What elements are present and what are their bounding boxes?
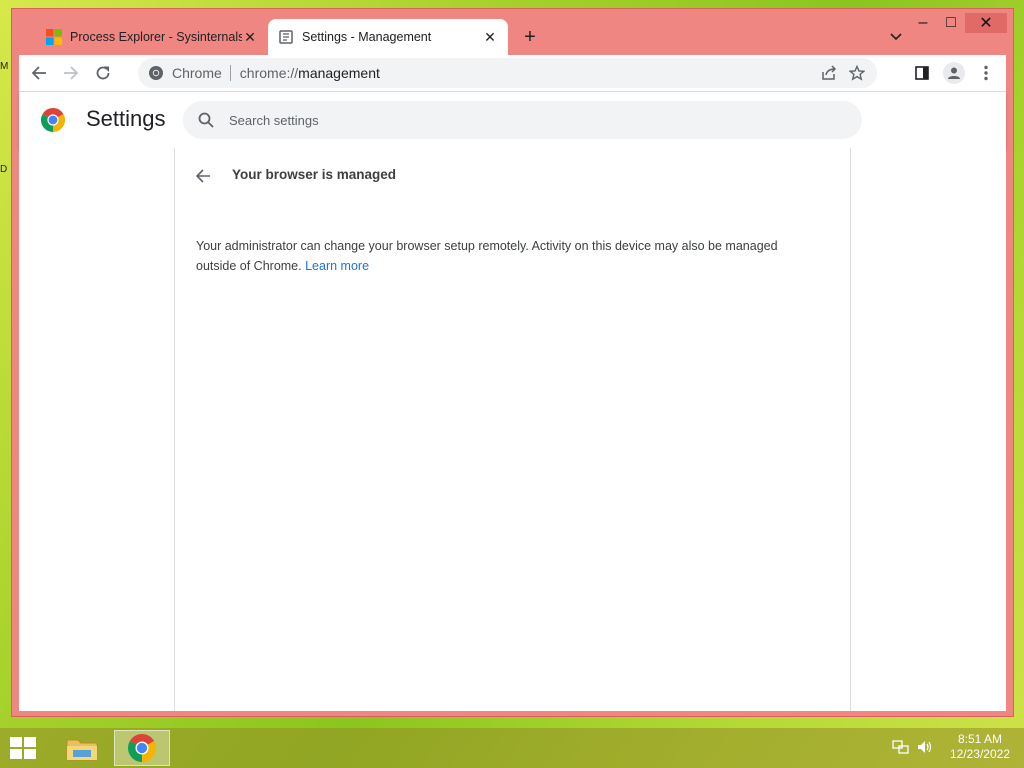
- tab-process-explorer[interactable]: Process Explorer - Sysinternals | Micros…: [36, 19, 268, 55]
- search-input[interactable]: [229, 112, 829, 128]
- clock-date: 12/23/2022: [949, 747, 1010, 761]
- close-tab-icon[interactable]: ✕: [482, 29, 498, 45]
- url-path: management: [298, 65, 380, 81]
- omnibox-chip: Chrome: [172, 65, 231, 81]
- chrome-logo-icon: [41, 108, 65, 132]
- forward-arrow-icon[interactable]: [55, 57, 87, 89]
- volume-icon[interactable]: [916, 738, 934, 756]
- system-tray: 8:51 AM 12/23/2022: [892, 732, 1010, 762]
- taskbar: 8:51 AM 12/23/2022: [0, 728, 1024, 768]
- omnibox-actions: [815, 61, 871, 85]
- file-explorer-taskbar-button[interactable]: [54, 730, 110, 766]
- browser-window: – □ ✕ Process Explorer - Sysinternals | …: [11, 8, 1014, 717]
- browser-toolbar: Chrome chrome://management: [19, 55, 1006, 91]
- search-settings-box[interactable]: [183, 101, 862, 139]
- back-arrow-icon[interactable]: [23, 57, 55, 89]
- address-bar[interactable]: Chrome chrome://management: [138, 58, 877, 88]
- side-panel-icon[interactable]: [906, 57, 938, 89]
- tab-strip: Process Explorer - Sysinternals | Micros…: [26, 19, 986, 55]
- tab-search-chevron-icon[interactable]: [886, 27, 906, 47]
- more-menu-icon[interactable]: [970, 57, 1002, 89]
- profile-button[interactable]: [938, 57, 970, 89]
- folder-icon: [66, 739, 98, 761]
- management-message-text: Your administrator can change your brows…: [196, 239, 778, 273]
- management-heading: Your browser is managed: [232, 167, 397, 182]
- url-scheme: chrome://: [239, 65, 299, 81]
- search-icon: [198, 112, 214, 128]
- url-text[interactable]: chrome://management: [240, 65, 380, 81]
- back-arrow-icon[interactable]: [191, 164, 215, 188]
- settings-page-icon: [279, 30, 293, 44]
- settings-content: Your browser is managed Your administrat…: [19, 148, 1006, 711]
- page-title: Settings: [86, 106, 166, 131]
- learn-more-link[interactable]: Learn more: [305, 259, 369, 273]
- windows-start-icon[interactable]: [8, 735, 38, 761]
- avatar-icon: [943, 62, 965, 84]
- microsoft-logo-icon: [46, 29, 62, 45]
- management-card: Your browser is managed Your administrat…: [174, 148, 851, 711]
- management-message: Your administrator can change your brows…: [196, 236, 816, 276]
- reload-icon[interactable]: [87, 57, 119, 89]
- bookmark-star-icon[interactable]: [843, 61, 871, 85]
- chrome-taskbar-button[interactable]: [114, 730, 170, 766]
- tab-title: Settings - Management: [302, 30, 432, 44]
- chrome-logo-icon: [128, 734, 156, 762]
- toolbar-right: [906, 57, 1002, 89]
- tab-settings-management[interactable]: Settings - Management ✕: [268, 19, 508, 55]
- tab-title: Process Explorer - Sysinternals | Micros…: [70, 30, 242, 44]
- chrome-page-icon: [149, 66, 163, 80]
- network-icon[interactable]: [892, 738, 910, 756]
- taskbar-clock[interactable]: 8:51 AM 12/23/2022: [950, 732, 1010, 762]
- settings-header: Settings: [19, 91, 1006, 148]
- share-icon[interactable]: [815, 61, 843, 85]
- clock-time: 8:51 AM: [957, 732, 1002, 746]
- new-tab-button[interactable]: +: [518, 25, 542, 49]
- close-tab-icon[interactable]: ✕: [242, 29, 258, 45]
